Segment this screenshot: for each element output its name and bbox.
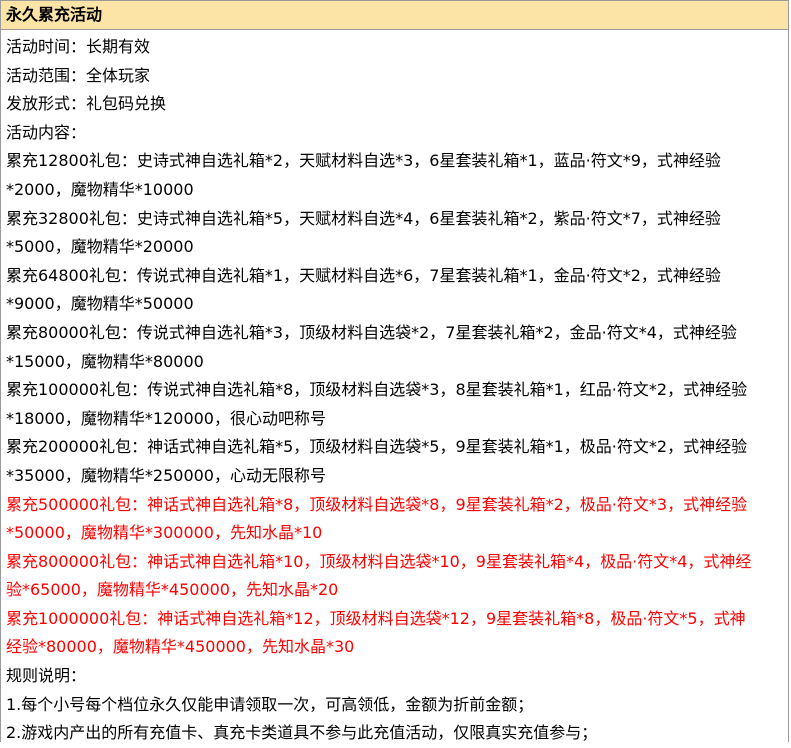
text-line: 2.游戏内产出的所有充值卡、真充卡类道具不参与此充值活动，仅限真实充值参与； <box>6 723 598 743</box>
text-line: 活动范围：全体玩家 <box>6 65 151 85</box>
text-line: 累充64800礼包：传说式神自选礼箱*1，天赋材料自选*6，7星套装礼箱*1，金… <box>6 265 721 285</box>
text-line: 规则说明： <box>6 666 87 686</box>
text-line: 累充12800礼包：史诗式神自选礼箱*2，天赋材料自选*3，6星套装礼箱*1，蓝… <box>6 151 721 171</box>
text-line: 活动时间：长期有效 <box>6 37 151 56</box>
text-line: 累充1000000礼包：神话式神自选礼箱*12，顶级材料自选袋*12，9星套装礼… <box>6 608 746 628</box>
text-line: *2000，魔物精华*10000 <box>6 179 194 199</box>
text-line: 累充32800礼包：史诗式神自选礼箱*5，天赋材料自选*4，6星套装礼箱*2，紫… <box>6 208 721 228</box>
text-line: 累充800000礼包：神话式神自选礼箱*10，顶级材料自选袋*10，9星套装礼箱… <box>6 551 752 571</box>
text-line: *9000，魔物精华*50000 <box>6 294 194 314</box>
text-line: *50000，魔物精华*300000，先知水晶*10 <box>6 523 323 543</box>
text-line: 1.每个小号每个档位永久仅能申请领取一次，可高领低，金额为折前金额； <box>6 694 534 714</box>
document-body: 活动时间：长期有效 活动范围：全体玩家 发放形式：礼包码兑换 活动内容： 累充1… <box>1 30 788 748</box>
document-title: 永久累充活动 <box>1 0 788 30</box>
text-line: 累充80000礼包：传说式神自选礼箱*3，顶级材料自选袋*2，7星套装礼箱*2，… <box>6 322 737 342</box>
text-line: 累充500000礼包：神话式神自选礼箱*8，顶级材料自选袋*8，9星套装礼箱*2… <box>6 494 748 514</box>
text-line: 发放形式：礼包码兑换 <box>6 94 167 114</box>
document-sheet: 永久累充活动 活动时间：长期有效 活动范围：全体玩家 发放形式：礼包码兑换 活动… <box>0 0 789 742</box>
text-line: *15000，魔物精华*80000 <box>6 351 204 371</box>
text-line: 经验*80000，魔物精华*450000，先知水晶*30 <box>6 637 355 657</box>
text-line: *35000，魔物精华*250000，心动无限称号 <box>6 465 326 485</box>
text-line: *18000，魔物精华*120000，很心动吧称号 <box>6 408 326 428</box>
text-line: 验*65000，魔物精华*450000，先知水晶*20 <box>6 580 339 600</box>
text-line: *5000，魔物精华*20000 <box>6 237 194 257</box>
text-line: 累充100000礼包：传说式神自选礼箱*8，顶级材料自选袋*3，8星套装礼箱*1… <box>6 380 748 400</box>
text-line: 累充200000礼包：神话式神自选礼箱*5，顶级材料自选袋*5，9星套装礼箱*1… <box>6 437 748 457</box>
text-line: 活动内容： <box>6 122 87 142</box>
